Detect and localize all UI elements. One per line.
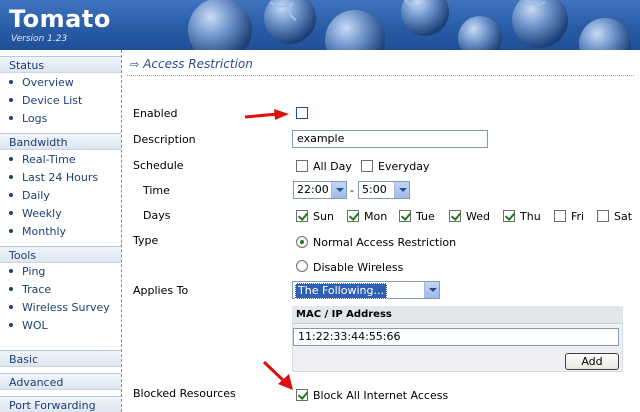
day-mon-checkbox[interactable] <box>347 210 359 222</box>
everyday-checkbox[interactable] <box>361 160 373 172</box>
bullet-icon <box>9 211 13 215</box>
sidebar-item-daily[interactable]: Daily <box>9 188 50 204</box>
bullet-icon <box>9 229 13 233</box>
sidebar-item-weekly[interactable]: Weekly <box>9 206 62 222</box>
everyday-label: Everyday <box>378 160 430 173</box>
day-wed-label: Wed <box>466 210 490 223</box>
chevron-down-icon <box>331 182 346 198</box>
description-input[interactable]: example <box>292 130 488 148</box>
days-label: Days <box>143 209 171 222</box>
description-label: Description <box>133 133 196 146</box>
sidebar-section-advanced[interactable]: Advanced <box>0 373 121 390</box>
schedule-label: Schedule <box>133 159 184 172</box>
disable-wireless-radio[interactable] <box>296 260 308 272</box>
bullet-icon <box>9 80 13 84</box>
time-separator: - <box>350 184 354 197</box>
sidebar-item-real-time[interactable]: Real-Time <box>9 152 76 168</box>
brand-name: Tomato <box>9 5 111 33</box>
sidebar-section-status[interactable]: Status <box>0 56 121 73</box>
day-sat-checkbox[interactable] <box>597 210 609 222</box>
page-title: ⇨ Access Restriction <box>130 57 253 71</box>
bullet-icon <box>9 287 13 291</box>
red-arrow-annotation <box>244 109 289 120</box>
sidebar-item-wol[interactable]: WOL <box>9 318 48 334</box>
chevron-down-icon <box>424 282 439 298</box>
double-arrow-icon: ⇨ <box>130 58 140 71</box>
app-header: Tomato Version 1.23 <box>0 0 640 50</box>
day-fri-label: Fri <box>571 210 585 223</box>
bullet-icon <box>9 305 13 309</box>
chevron-down-icon <box>394 182 409 198</box>
type-label: Type <box>133 234 159 247</box>
bullet-icon <box>9 269 13 273</box>
mac-address-input[interactable]: 11:22:33:44:55:66 <box>293 328 619 346</box>
day-tue-label: Tue <box>416 210 435 223</box>
day-wed-checkbox[interactable] <box>449 210 461 222</box>
sidebar-item-device-list[interactable]: Device List <box>9 93 82 109</box>
day-thu-checkbox[interactable] <box>503 210 515 222</box>
all-day-label: All Day <box>313 160 352 173</box>
sidebar-section-basic[interactable]: Basic <box>0 350 121 367</box>
block-all-internet-label: Block All Internet Access <box>313 389 449 402</box>
sidebar-item-ping[interactable]: Ping <box>9 264 45 280</box>
version-label: Version 1.23 <box>11 34 68 44</box>
end-time-select[interactable]: 5:00 <box>358 181 410 199</box>
day-sun-label: Sun <box>313 210 334 223</box>
header-tomato-image <box>188 0 631 50</box>
sidebar-item-monthly[interactable]: Monthly <box>9 224 66 240</box>
sidebar-section-bandwidth[interactable]: Bandwidth <box>0 133 121 150</box>
add-button[interactable]: Add <box>565 353 619 370</box>
normal-access-label: Normal Access Restriction <box>313 236 457 249</box>
sidebar-section-tools[interactable]: Tools <box>0 246 121 263</box>
sidebar-item-last-24-hours[interactable]: Last 24 Hours <box>9 170 98 186</box>
day-sat-label: Sat <box>614 210 633 223</box>
day-thu-label: Thu <box>520 210 541 223</box>
bullet-icon <box>9 323 13 327</box>
title-divider <box>127 75 634 76</box>
normal-access-radio[interactable] <box>296 236 308 248</box>
red-arrow-annotation <box>262 360 293 390</box>
applies-to-label: Applies To <box>133 284 189 297</box>
sidebar-section-port-forwarding[interactable]: Port Forwarding <box>0 396 121 412</box>
bullet-icon <box>9 157 13 161</box>
enabled-label: Enabled <box>133 107 178 120</box>
enabled-checkbox[interactable] <box>296 107 308 119</box>
disable-wireless-label: Disable Wireless <box>313 261 404 274</box>
all-day-checkbox[interactable] <box>296 160 308 172</box>
day-mon-label: Mon <box>364 210 388 223</box>
sidebar-item-trace[interactable]: Trace <box>9 282 51 298</box>
day-sun-checkbox[interactable] <box>296 210 308 222</box>
bullet-icon <box>9 98 13 102</box>
day-fri-checkbox[interactable] <box>554 210 566 222</box>
time-label: Time <box>143 184 170 197</box>
mac-address-header: MAC / IP Address <box>292 306 623 324</box>
sidebar-item-overview[interactable]: Overview <box>9 75 74 91</box>
bullet-icon <box>9 116 13 120</box>
sidebar-divider <box>121 50 122 412</box>
sidebar-item-logs[interactable]: Logs <box>9 111 47 127</box>
bullet-icon <box>9 175 13 179</box>
sidebar-item-wireless-survey[interactable]: Wireless Survey <box>9 300 110 316</box>
block-all-internet-checkbox[interactable] <box>296 389 308 401</box>
applies-to-select[interactable]: The Following... <box>292 281 440 299</box>
blocked-resources-label: Blocked Resources <box>133 387 236 400</box>
start-time-select[interactable]: 22:00 <box>293 181 347 199</box>
bullet-icon <box>9 193 13 197</box>
day-tue-checkbox[interactable] <box>399 210 411 222</box>
